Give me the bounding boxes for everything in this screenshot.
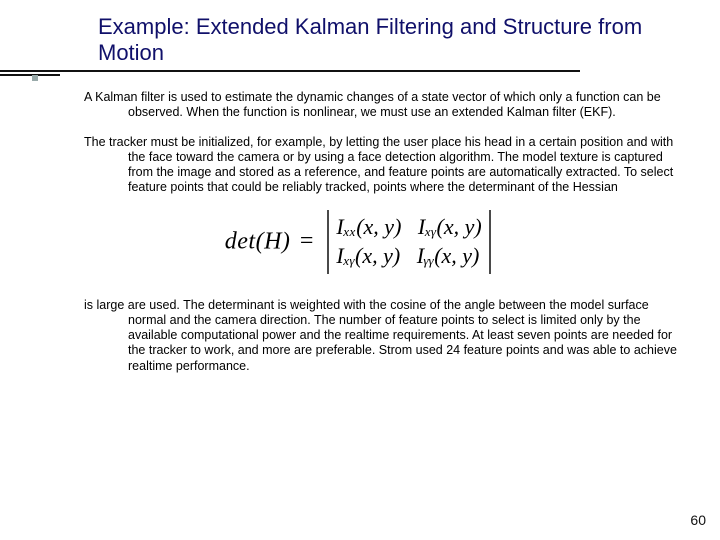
right-bar <box>489 210 491 274</box>
det-label: det(H) <box>225 228 291 254</box>
m11: Iₓₓ(x, y) <box>336 214 401 239</box>
left-bar <box>327 210 329 274</box>
m12: Iₓᵧ(x, y) <box>418 214 482 239</box>
paragraph-1: A Kalman filter is used to estimate the … <box>40 90 680 121</box>
slide-title: Example: Extended Kalman Filtering and S… <box>98 14 660 72</box>
rule-short <box>0 74 60 76</box>
paragraph-3: is large are used. The determinant is we… <box>40 298 680 374</box>
hessian-formula: det(H) = Iₓₓ(x, y) Iₓᵧ(x, y) Iₓᵧ(x, y) I… <box>40 210 680 274</box>
rule-long <box>0 70 580 72</box>
matrix: Iₓₓ(x, y) Iₓᵧ(x, y) Iₓᵧ(x, y) Iᵧᵧ(x, y) <box>336 213 481 270</box>
title-underline <box>0 70 580 76</box>
bullet-accent <box>32 75 38 81</box>
body-text: A Kalman filter is used to estimate the … <box>40 90 680 388</box>
title-area: Example: Extended Kalman Filtering and S… <box>98 14 660 72</box>
m22: Iᵧᵧ(x, y) <box>417 243 480 268</box>
paragraph-2: The tracker must be initialized, for exa… <box>40 135 680 196</box>
slide: Example: Extended Kalman Filtering and S… <box>0 0 720 540</box>
m21: Iₓᵧ(x, y) <box>336 243 400 268</box>
equals-sign: = <box>300 228 314 254</box>
page-number: 60 <box>690 512 706 528</box>
